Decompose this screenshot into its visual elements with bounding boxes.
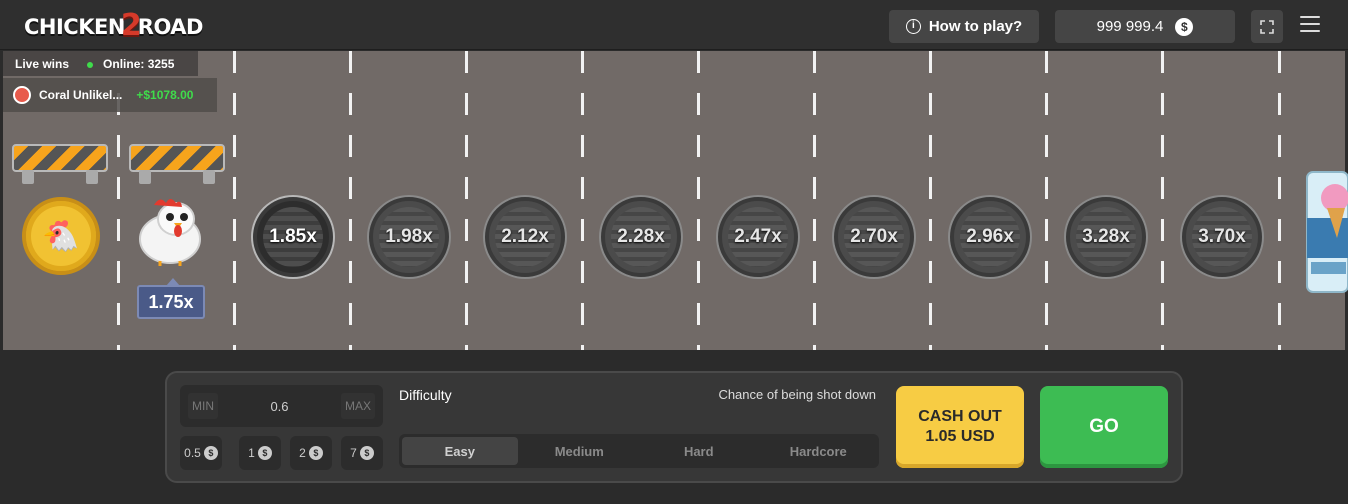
- cash-out-button[interactable]: CASH OUT 1.05 USD: [896, 386, 1024, 468]
- start-coin-icon: 🐔: [22, 197, 100, 275]
- bet-value[interactable]: 0.6: [270, 399, 288, 414]
- fullscreen-button[interactable]: [1251, 10, 1283, 43]
- quick-bet-chip[interactable]: 0.5 $: [180, 436, 222, 470]
- difficulty-hardcore[interactable]: Hardcore: [761, 437, 877, 465]
- lane-divider: [813, 51, 816, 350]
- lane-manhole[interactable]: 3.28x: [1066, 197, 1146, 277]
- online-count: Online: 3255: [87, 57, 174, 71]
- min-bet-button[interactable]: MIN: [188, 393, 218, 419]
- lane-manhole[interactable]: 2.96x: [950, 197, 1030, 277]
- logo-text-mid: 2: [120, 7, 142, 43]
- top-bar: CHICKEN 2 ROAD i How to play? 999 999.4 …: [0, 0, 1348, 50]
- lane-manhole[interactable]: 2.70x: [834, 197, 914, 277]
- dollar-coin-icon: $: [1175, 17, 1194, 36]
- bet-amount-field[interactable]: MIN 0.6 MAX: [180, 385, 383, 427]
- ice-cream-truck-icon: [1306, 171, 1348, 293]
- dollar-coin-icon: $: [359, 446, 374, 460]
- dollar-coin-icon: $: [257, 446, 272, 460]
- lane-manhole[interactable]: 2.12x: [485, 197, 565, 277]
- road-barrier: [12, 138, 108, 184]
- difficulty-selector: Easy Medium Hard Hardcore: [399, 434, 879, 468]
- lane-manhole[interactable]: 2.28x: [601, 197, 681, 277]
- quick-bet-chip[interactable]: 1 $: [239, 436, 281, 470]
- lane-manhole[interactable]: 2.47x: [718, 197, 798, 277]
- lane-manhole[interactable]: 3.70x: [1182, 197, 1262, 277]
- lane-divider: [1161, 51, 1164, 350]
- game-logo: CHICKEN 2 ROAD: [24, 7, 204, 44]
- lane-divider: [929, 51, 932, 350]
- avatar: [13, 86, 31, 104]
- lane-divider: [233, 51, 236, 350]
- online-dot-icon: [87, 61, 94, 68]
- dollar-coin-icon: $: [203, 446, 218, 460]
- expand-icon: [1260, 19, 1274, 34]
- difficulty-label: Difficulty: [399, 387, 452, 403]
- logo-text-left: CHICKEN: [24, 15, 125, 39]
- lane-divider: [465, 51, 468, 350]
- balance-display: 999 999.4 $: [1055, 10, 1235, 43]
- how-to-play-label: How to play?: [928, 18, 1023, 35]
- difficulty-easy[interactable]: Easy: [402, 437, 518, 465]
- chicken-icon: [139, 199, 201, 266]
- go-button[interactable]: GO: [1040, 386, 1168, 468]
- lane-divider: [581, 51, 584, 350]
- live-wins-label: Live wins: [15, 56, 70, 71]
- difficulty-medium[interactable]: Medium: [522, 437, 638, 465]
- lane-manhole[interactable]: 1.98x: [369, 197, 449, 277]
- lane-divider: [1045, 51, 1048, 350]
- winner-amount: +$1078.00: [136, 88, 194, 102]
- lane-divider: [697, 51, 700, 350]
- live-wins-bar: Live wins Online: 3255: [3, 51, 198, 76]
- lane-divider: [1278, 51, 1281, 350]
- logo-text-right: ROAD: [137, 15, 204, 39]
- chance-label: Chance of being shot down: [718, 387, 876, 402]
- quick-bet-chip[interactable]: 7 $: [341, 436, 383, 470]
- quick-bet-chip[interactable]: 2 $: [290, 436, 332, 470]
- live-win-entry: Coral Unlikel... +$1078.00: [3, 78, 217, 112]
- dollar-coin-icon: $: [308, 446, 323, 460]
- max-bet-button[interactable]: MAX: [340, 393, 375, 419]
- how-to-play-button[interactable]: i How to play?: [889, 10, 1039, 43]
- winner-name: Coral Unlikel...: [39, 88, 123, 102]
- current-multiplier-badge: 1.75x: [137, 278, 205, 319]
- difficulty-hard[interactable]: Hard: [641, 437, 757, 465]
- info-icon: i: [905, 19, 921, 34]
- lane-manhole[interactable]: 1.85x: [253, 197, 333, 277]
- balance-value: 999 999.4: [1096, 18, 1164, 35]
- road-barrier: [129, 138, 225, 184]
- lane-divider: [349, 51, 352, 350]
- menu-icon[interactable]: [1300, 16, 1320, 32]
